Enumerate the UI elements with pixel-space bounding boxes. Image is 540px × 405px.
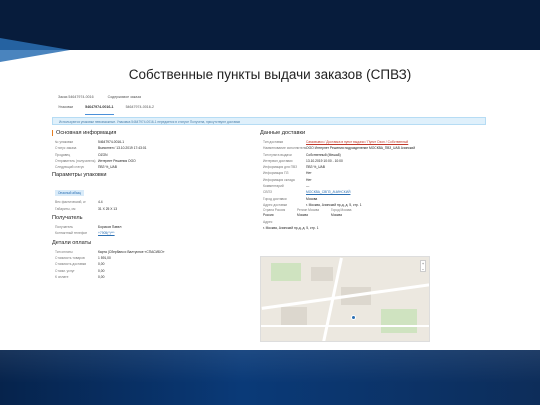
subtab-package-1[interactable]: 54647974-0016-1 [85, 105, 114, 115]
info-row: Контактный телефон +7905(*)*** [55, 230, 115, 236]
left-column: Основная информация № упаковки 54647974-0… [52, 130, 252, 280]
main-info-list: № упаковки 54647974-0016-1 Статус заказа В… [52, 139, 252, 170]
tab-order-contents[interactable]: Содержимое заказа [108, 95, 141, 105]
right-column: Данные доставки Тип доставки Самовывоз / … [260, 130, 486, 342]
info-row: Следующий статус ПВЗ %_UAB [55, 165, 117, 170]
slide-title: Собственные пункты выдачи заказов (СПВЗ) [128, 67, 412, 82]
location-pin-icon[interactable] [351, 315, 356, 320]
delivery-map[interactable]: + − [260, 256, 430, 342]
info-row: К оплате 0,00 [55, 274, 105, 279]
tab-order[interactable]: Заказ 54647974-0016 [58, 95, 94, 105]
map-building [281, 307, 307, 327]
info-row: Габариты, см 31 X 25 X 13 [55, 206, 118, 211]
map-building [311, 267, 333, 281]
package-tabs: Упаковки 54647974-0016-1 54647974-0016-2 [58, 105, 154, 115]
info-notice: Используются упаковки невозможные. Упако… [52, 117, 486, 125]
zoom-control[interactable]: + − [420, 260, 426, 272]
map-park [381, 309, 417, 333]
payment-title: Детали оплаты [52, 239, 92, 246]
subtab-packages[interactable]: Упаковки [58, 105, 73, 115]
header-accent [0, 38, 70, 62]
package-params-title: Параметры упаковки [52, 172, 107, 179]
subtab-package-2[interactable]: 54647974-0016-2 [126, 105, 154, 115]
map-road [261, 325, 429, 327]
address-value: г. Москва, Ачинский пр-д, д. 5, стр. 1 [263, 225, 319, 230]
main-info-title: Основная информация [52, 130, 252, 136]
phone-link[interactable]: +7905(*)*** [98, 230, 115, 236]
recipient-title: Получатель [52, 215, 83, 222]
map-park [271, 263, 301, 281]
header-band [0, 0, 540, 50]
footer-highlight [0, 350, 540, 405]
delivery-title: Данные доставки [260, 130, 306, 136]
crm-screenshot: Заказ 54647974-0016 Содержимое заказа Уп… [52, 90, 486, 346]
order-tabs: Заказ 54647974-0016 Содержимое заказа [58, 95, 141, 105]
hazard-badge: Опасный абзац [55, 190, 84, 197]
